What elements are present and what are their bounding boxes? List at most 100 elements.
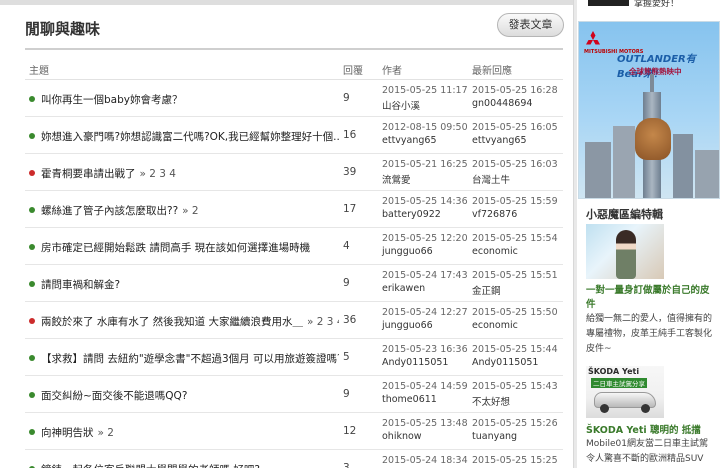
reply-count: 17 [343, 203, 357, 215]
reply-count: 9 [343, 277, 350, 289]
topic-list: 叫你再生一個baby妳會考慮？ 9 2015-05-25 11:17 山谷小溪 2015… [25, 80, 563, 468]
top-ad[interactable]: 掌握愛好！ [577, 0, 720, 12]
status-dot-icon [29, 392, 35, 398]
topic-page-links[interactable]: » 2 [98, 427, 114, 439]
last-reply-user-link[interactable]: Andy0115051 [472, 357, 538, 368]
skoda-thumbnail[interactable]: ŠKODA Yeti 二日車主試駕分享 [586, 366, 664, 418]
last-reply-user-link[interactable]: 不太好想 [472, 394, 510, 408]
reply-count: 16 [343, 129, 357, 141]
topic-page-links[interactable]: » 2 [182, 205, 198, 217]
topic-page-links[interactable]: » 2 3 4 [307, 316, 339, 328]
car-wheel [600, 404, 609, 413]
last-reply-user-link[interactable]: economic [472, 246, 518, 257]
table-row[interactable]: 霍青桐要串請出戰了 » 2 3 4 39 2015-05-21 16:25 流鶯愛 201… [25, 154, 563, 191]
last-reply-time: 2015-05-25 15:54 [472, 233, 558, 244]
table-row[interactable]: 妳想進入豪門嗎?妳想認識富二代嗎?OK,我已經幫妳整理好十個...» 2 16 20… [25, 117, 563, 154]
author-time: 2015-05-24 14:59 [382, 381, 468, 392]
status-dot-icon [29, 355, 35, 361]
topic-cell: 請問車禍和解金? [29, 277, 339, 292]
article-link-leather[interactable]: 一對一量身訂做屬於自己的皮件 [586, 284, 712, 312]
table-row[interactable]: 叫你再生一個baby妳會考慮？ 9 2015-05-25 11:17 山谷小溪 2015… [25, 80, 563, 117]
author-name-link[interactable]: Andy0115051 [382, 357, 448, 368]
status-dot-icon [29, 281, 35, 287]
forum-panel: 閒聊與趣味 發表文章 主題 回覆 作者 最新回應 叫你再生一個baby妳會考慮？… [0, 0, 574, 468]
status-dot-icon [29, 207, 35, 213]
header-topic: 主題 [29, 66, 49, 77]
author-name-link[interactable]: ettvyang65 [382, 135, 437, 146]
article-desc-leather: 給獨一無二的愛人，值得擁有的專屬禮物，皮革王純手工客製化皮件~ [586, 314, 713, 354]
reply-count: 4 [343, 240, 350, 252]
author-name-link[interactable]: battery0922 [382, 209, 441, 220]
mitsubishi-logo-icon [586, 31, 600, 45]
topic-page-links[interactable]: » 2 3 4 [140, 168, 176, 180]
last-reply-time: 2015-05-25 15:50 [472, 307, 558, 318]
last-reply-user-link[interactable]: 台灣土牛 [472, 172, 510, 186]
last-reply-time: 2015-05-25 15:26 [472, 418, 558, 429]
table-row[interactable]: 請問車禍和解金? 9 2015-05-24 17:43 erikawen 2015-05… [25, 265, 563, 302]
table-row[interactable]: 兩餃於來了 水庫有水了 然後我知道 大家繼續浪費用水＿ » 2 3 4 36 2015… [25, 302, 563, 339]
top-ad-text: 掌握愛好！ [634, 0, 680, 9]
woman-photo [616, 230, 636, 279]
topic-title-link[interactable]: 房市確定已經開始鬆跌 請問高手 現在該如何選擇進場時機 [41, 242, 310, 254]
last-reply-time: 2015-05-25 16:05 [472, 122, 558, 133]
author-name-link[interactable]: jungguo66 [382, 320, 433, 331]
last-reply-user-link[interactable]: economic [472, 320, 518, 331]
reply-count: 39 [343, 166, 357, 178]
car-image-subtitle: 二日車主試駕分享 [591, 378, 647, 388]
last-reply-user-link[interactable]: vf726876 [472, 209, 517, 220]
car-wheel [641, 404, 650, 413]
topic-cell: 鏡錶一起各位客戶聯盟大學開學的老師嗎 好吧? [29, 462, 339, 468]
topic-cell: 面交糾紛~面交後不能退嗎QQ? [29, 388, 339, 403]
topic-cell: 房市確定已經開始鬆跌 請問高手 現在該如何選擇進場時機 [29, 240, 339, 255]
topic-cell: 螺絲進了管子內該怎麼取出?? » 2 [29, 203, 339, 218]
outlander-ad-banner[interactable]: MITSUBISHI MOTORS OUTLANDER有Bear來！ 全球熊熊熱… [578, 21, 720, 199]
article-thumbnail[interactable] [586, 224, 664, 279]
topic-title-link[interactable]: 請問車禍和解金? [41, 279, 120, 291]
topic-cell: 兩餃於來了 水庫有水了 然後我知道 大家繼續浪費用水＿ » 2 3 4 [29, 314, 339, 329]
topic-title-link[interactable]: 面交糾紛~面交後不能退嗎QQ? [41, 390, 187, 402]
post-article-button[interactable]: 發表文章 [497, 13, 564, 37]
author-name-link[interactable]: erikawen [382, 283, 425, 294]
topic-title-link[interactable]: 向神明告狀 [41, 427, 94, 439]
author-name-link[interactable]: thome0611 [382, 394, 437, 405]
panel-header: 閒聊與趣味 發表文章 [0, 8, 573, 50]
last-reply-user-link[interactable]: 金正鋼 [472, 283, 501, 297]
topic-title-link[interactable]: 鏡錶一起各位客戶聯盟大學開學的老師嗎 好吧? [41, 464, 260, 468]
last-reply-user-link[interactable]: ettvyang65 [472, 135, 527, 146]
author-time: 2015-05-25 11:17 [382, 85, 468, 96]
reply-count: 5 [343, 351, 350, 363]
topic-cell: 霍青桐要串請出戰了 » 2 3 4 [29, 166, 339, 181]
panel-top-strip [0, 0, 573, 5]
table-row[interactable]: 【求救】請問 去紐約"遊學念書"不超過3個月 可以用旅遊簽證嗎? 5 2015-05… [25, 339, 563, 376]
status-dot-icon [29, 96, 35, 102]
header-author: 作者 [382, 66, 402, 77]
status-dot-icon [29, 429, 35, 435]
author-name-link[interactable]: jungguo66 [382, 246, 433, 257]
author-time: 2015-05-23 16:36 [382, 344, 468, 355]
table-row[interactable]: 向神明告狀 » 2 12 2015-05-25 13:48 ohiknow 2015-05… [25, 413, 563, 450]
last-reply-user-link[interactable]: tuanyang [472, 431, 517, 442]
author-name-link[interactable]: 流鶯愛 [382, 172, 411, 186]
table-row[interactable]: 面交糾紛~面交後不能退嗎QQ? 9 2015-05-24 14:59 thome061… [25, 376, 563, 413]
author-time: 2015-05-21 16:25 [382, 159, 468, 170]
topic-title-link[interactable]: 【求救】請問 去紐約"遊學念書"不超過3個月 可以用旅遊簽證嗎? [41, 353, 339, 365]
topic-title-link[interactable]: 叫你再生一個baby妳會考慮？ [41, 94, 182, 106]
last-reply-user-link[interactable]: gn00448694 [472, 98, 532, 109]
table-row[interactable]: 房市確定已經開始鬆跌 請問高手 現在該如何選擇進場時機 4 2015-05-25 1… [25, 228, 563, 265]
banner-subtagline: 全球熊熊熱映中 [629, 67, 682, 76]
topic-cell: 妳想進入豪門嗎?妳想認識富二代嗎?OK,我已經幫妳整理好十個...» 2 [29, 129, 339, 144]
topic-title-link[interactable]: 兩餃於來了 水庫有水了 然後我知道 大家繼續浪費用水＿ [41, 316, 303, 328]
table-row[interactable]: 鏡錶一起各位客戶聯盟大學開學的老師嗎 好吧? 3 2015-05-24 18:34 2… [25, 450, 563, 468]
table-row[interactable]: 螺絲進了管子內該怎麼取出?? » 2 17 2015-05-25 14:36 batte… [25, 191, 563, 228]
last-reply-time: 2015-05-25 15:25 [472, 455, 558, 466]
author-name-link[interactable]: ohiknow [382, 431, 422, 442]
panel-title: 閒聊與趣味 [25, 20, 101, 38]
topic-title-link[interactable]: 螺絲進了管子內該怎麼取出?? [41, 205, 178, 217]
author-time: 2015-05-25 14:36 [382, 196, 468, 207]
topic-cell: 叫你再生一個baby妳會考慮？ [29, 92, 339, 107]
topic-title-link[interactable]: 霍青桐要串請出戰了 [41, 168, 136, 180]
topic-title-link[interactable]: 妳想進入豪門嗎?妳想認識富二代嗎?OK,我已經幫妳整理好十個... [41, 131, 339, 143]
header-last-reply: 最新回應 [472, 66, 512, 77]
article-link-skoda[interactable]: ŠKODA Yeti 聰明的 抵擋 [586, 422, 712, 436]
author-name-link[interactable]: 山谷小溪 [382, 98, 420, 112]
